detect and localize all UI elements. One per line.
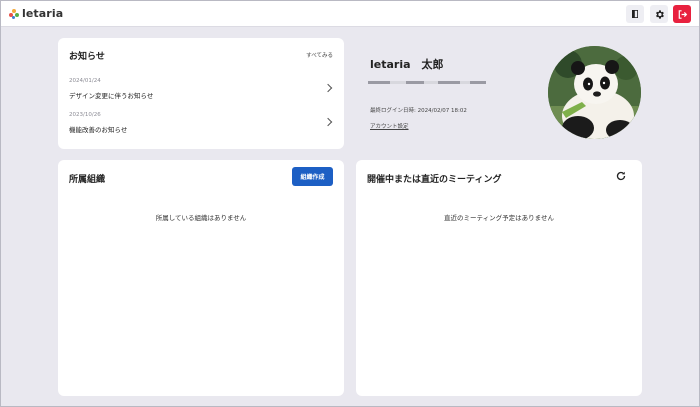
door-icon bbox=[632, 10, 638, 18]
meetings-card: 開催中または直近のミーティング 直近のミーティング予定はありません bbox=[356, 160, 642, 396]
news-date: 2023/10/26 bbox=[69, 112, 101, 118]
logo-icon bbox=[9, 8, 19, 19]
profile-divider bbox=[368, 81, 486, 84]
see-all-link[interactable]: すべてみる bbox=[306, 51, 333, 59]
news-title: お知らせ bbox=[69, 52, 105, 62]
logout-icon bbox=[678, 9, 687, 19]
organizations-card: 所属組織 組織作成 所属している組織はありません bbox=[58, 160, 344, 396]
news-item-title: デザイン変更に伴うお知らせ bbox=[69, 92, 154, 100]
create-organization-button[interactable]: 組織作成 bbox=[292, 167, 333, 186]
news-item[interactable]: 2024/01/24 デザイン変更に伴うお知らせ bbox=[69, 78, 339, 100]
app-logo[interactable]: letaria bbox=[9, 7, 63, 20]
settings-button[interactable] bbox=[650, 5, 668, 23]
news-date: 2024/01/24 bbox=[69, 78, 101, 84]
top-bar: letaria bbox=[1, 1, 699, 27]
news-item-title: 機能改善のお知らせ bbox=[69, 126, 128, 134]
logout-button[interactable] bbox=[673, 5, 691, 23]
refresh-icon[interactable] bbox=[615, 170, 627, 182]
organizations-empty-message: 所属している組織はありません bbox=[155, 214, 247, 222]
app-name: letaria bbox=[22, 7, 64, 20]
news-item[interactable]: 2023/10/26 機能改善のお知らせ bbox=[69, 112, 339, 134]
last-login: 最終ログイン日時: 2024/02/07 18:02 bbox=[370, 108, 467, 114]
panda-photo bbox=[548, 46, 641, 139]
news-card: お知らせ すべてみる 2024/01/24 デザイン変更に伴うお知らせ 2023… bbox=[58, 38, 344, 149]
meetings-title: 開催中または直近のミーティング bbox=[367, 175, 502, 185]
meetings-empty-message: 直近のミーティング予定はありません bbox=[444, 214, 554, 222]
account-settings-link[interactable]: アカウント設定 bbox=[370, 122, 409, 130]
organizations-title: 所属組織 bbox=[69, 175, 106, 185]
gear-icon bbox=[655, 9, 664, 19]
user-name: letaria 太郎 bbox=[370, 58, 444, 71]
door-button[interactable] bbox=[626, 5, 644, 23]
avatar bbox=[548, 46, 641, 139]
